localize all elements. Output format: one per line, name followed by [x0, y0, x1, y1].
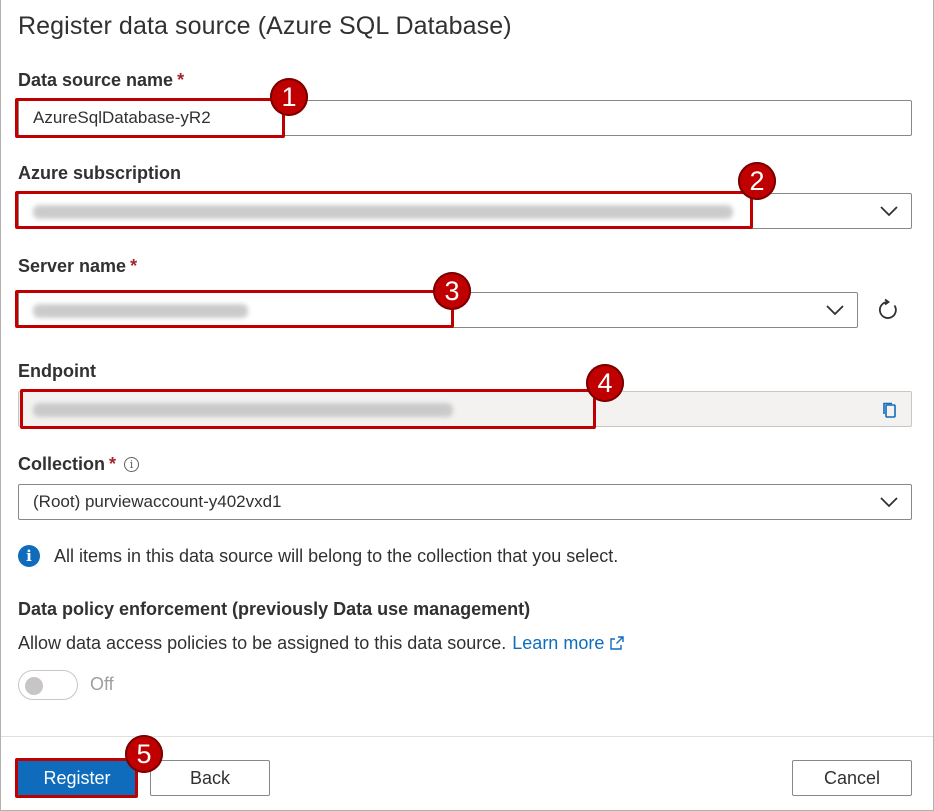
required-marker: * — [130, 256, 138, 276]
collection-label-text: Collection — [18, 454, 106, 474]
callout-highlight-5 — [15, 758, 138, 798]
collection-dropdown[interactable]: (Root) purviewaccount-y402vxd1 — [18, 484, 912, 520]
callout-badge-2: 2 — [738, 162, 776, 200]
azure-subscription-label: Azure subscription — [18, 163, 182, 183]
policy-enforcement-toggle[interactable] — [18, 670, 78, 700]
endpoint-label: Endpoint — [18, 361, 96, 381]
info-icon[interactable]: i — [124, 457, 140, 472]
collection-info-message: i All items in this data source will bel… — [18, 545, 618, 567]
policy-heading: Data policy enforcement (previously Data… — [18, 599, 531, 619]
chevron-down-icon — [826, 305, 844, 316]
policy-description-text: Allow data access policies to be assigne… — [18, 633, 507, 653]
callout-highlight-4 — [20, 389, 596, 429]
toggle-state-label: Off — [90, 674, 114, 694]
learn-more-link[interactable]: Learn more — [512, 633, 604, 653]
info-icon: i — [18, 545, 40, 567]
callout-badge-5: 5 — [125, 735, 163, 773]
cancel-button[interactable]: Cancel — [792, 760, 912, 796]
chevron-down-icon — [880, 206, 898, 217]
callout-badge-1: 1 — [270, 78, 308, 116]
callout-highlight-2 — [15, 191, 753, 229]
collection-label: Collection * i — [18, 454, 140, 475]
required-marker: * — [177, 70, 185, 90]
data-source-name-label-text: Data source name — [18, 70, 174, 90]
callout-badge-4: 4 — [586, 364, 624, 402]
callout-highlight-1 — [15, 98, 285, 138]
policy-description: Allow data access policies to be assigne… — [18, 633, 625, 654]
toggle-knob — [25, 677, 43, 695]
copy-icon[interactable] — [881, 401, 899, 419]
page-title: Register data source (Azure SQL Database… — [18, 12, 512, 40]
refresh-icon[interactable] — [876, 298, 900, 322]
data-source-name-label: Data source name * — [18, 70, 184, 91]
back-button[interactable]: Back — [150, 760, 270, 796]
server-name-label: Server name * — [18, 256, 137, 277]
callout-highlight-3 — [15, 290, 454, 328]
info-message-text: All items in this data source will belon… — [54, 545, 619, 566]
required-marker: * — [109, 454, 117, 474]
collection-value: (Root) purviewaccount-y402vxd1 — [33, 492, 282, 511]
external-link-icon[interactable] — [610, 636, 625, 650]
server-name-label-text: Server name — [18, 256, 127, 276]
chevron-down-icon — [880, 497, 898, 508]
callout-badge-3: 3 — [433, 272, 471, 310]
